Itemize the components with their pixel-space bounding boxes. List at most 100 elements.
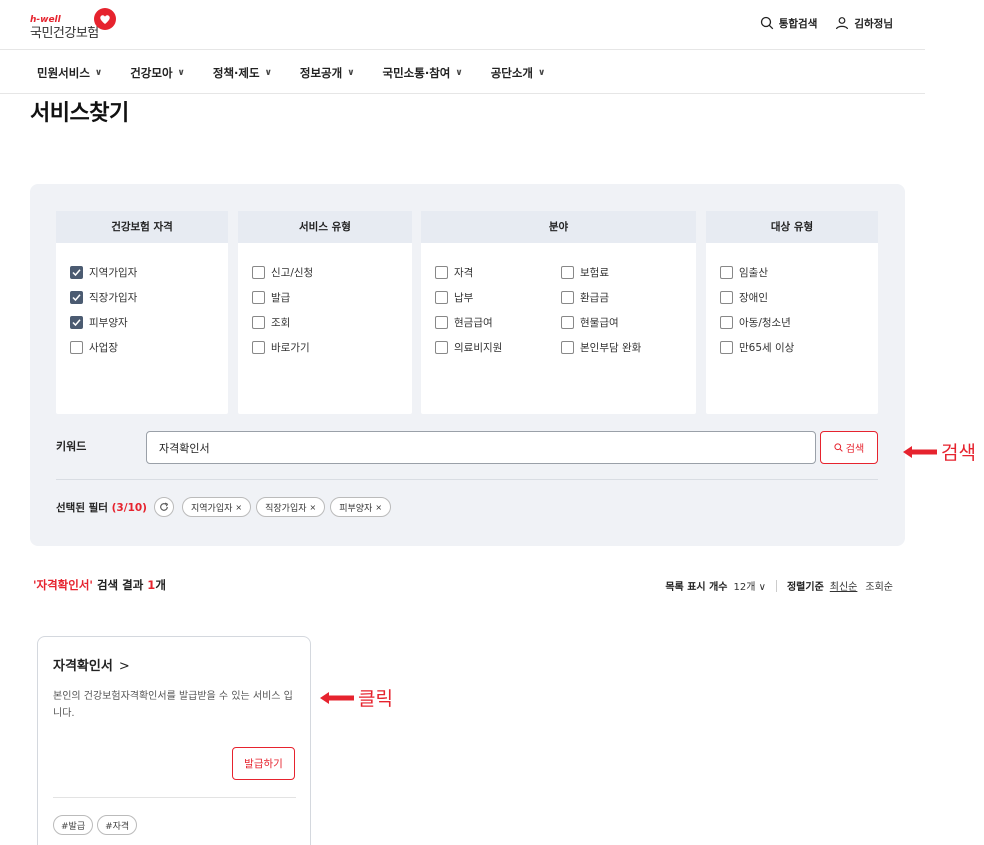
gnb-item-label: 국민소통·참여 [382, 66, 451, 80]
checkbox-pregnancy[interactable]: 임출산 [720, 260, 864, 285]
checkbox-label: 발급 [271, 292, 291, 304]
chip-label: 피부양자 [339, 503, 373, 514]
annotation-click-text: 클릭 [358, 688, 393, 710]
tag-qualification[interactable]: #자격 [97, 815, 138, 835]
chevron-down-icon: ∨ [455, 68, 463, 78]
checkbox-unchecked-icon [561, 341, 574, 354]
checkbox-premium[interactable]: 보험료 [561, 260, 687, 285]
chevron-down-icon: ∨ [538, 68, 546, 78]
checkbox-label: 아동/청소년 [739, 317, 791, 329]
filter-chip-workplace[interactable]: 직장가입자 × [256, 497, 326, 517]
gnb-item-civil-service[interactable]: 민원서비스 ∨ [37, 65, 102, 81]
keyword-label: 키워드 [56, 440, 87, 453]
chevron-down-icon: ∨ [94, 68, 103, 78]
keyword-input[interactable] [146, 431, 816, 464]
checkbox-checked-icon [70, 316, 83, 329]
checkbox-unchecked-icon [252, 341, 265, 354]
list-options: 목록 표시 개수 12개 ∨ 정렬기준 최신순 조회순 [665, 578, 893, 593]
close-icon: × [235, 502, 243, 512]
filter-chip-dependent[interactable]: 피부양자 × [330, 497, 392, 517]
close-icon: × [375, 502, 383, 512]
sort-latest[interactable]: 최신순 [830, 578, 858, 593]
site-logo[interactable]: h-well 국민건강보험 [30, 7, 140, 43]
user-menu-link[interactable]: 김하정님 [835, 16, 893, 31]
checkbox-dependent[interactable]: 피부양자 [70, 310, 214, 335]
checkbox-medical-support[interactable]: 의료비지원 [435, 335, 561, 360]
checkbox-label: 임출산 [739, 267, 768, 279]
checkbox-workplace-subscriber[interactable]: 직장가입자 [70, 285, 214, 310]
selected-filter-count: (3/10) [111, 502, 147, 514]
search-result-summary: '자격확인서' 검색 결과 1개 [33, 577, 166, 593]
user-icon [836, 17, 849, 30]
chevron-down-icon: ∨ [758, 582, 766, 593]
gnb-item-disclosure[interactable]: 정보공개 ∨ [300, 65, 355, 81]
result-middle-text: 검색 결과 [92, 578, 148, 592]
card-title-link[interactable]: 자격확인서 > [53, 655, 130, 674]
checkbox-label: 만65세 이상 [739, 342, 795, 354]
checkbox-checked-icon [70, 291, 83, 304]
heart-logo-icon [94, 8, 116, 30]
checkbox-label: 직장가입자 [89, 292, 138, 304]
checkbox-unchecked-icon [720, 341, 733, 354]
checkbox-label: 현물급여 [580, 317, 619, 329]
checkbox-label: 본인부담 완화 [580, 342, 642, 354]
filter-column-target: 대상 유형 임출산 장애인 아동/청소년 만65세 이상 [706, 211, 878, 414]
checkbox-unchecked-icon [435, 316, 448, 329]
checkbox-refund[interactable]: 환급금 [561, 285, 687, 310]
checkbox-child-youth[interactable]: 아동/청소년 [720, 310, 864, 335]
checkbox-unchecked-icon [561, 266, 574, 279]
checkbox-unchecked-icon [70, 341, 83, 354]
checkbox-regional-subscriber[interactable]: 지역가입자 [70, 260, 214, 285]
filter-panel: 건강보험 자격 지역가입자 직장가입자 피부양자 사업장 서비스 유형 신고/신… [30, 184, 905, 546]
tag-issue[interactable]: #발급 [53, 815, 94, 835]
checkbox-payment[interactable]: 납부 [435, 285, 561, 310]
checkbox-copay-relief[interactable]: 본인부담 완화 [561, 335, 687, 360]
gnb-item-label: 민원서비스 [37, 66, 90, 80]
checkbox-disabled[interactable]: 장애인 [720, 285, 864, 310]
checkbox-inquiry[interactable]: 조회 [252, 310, 398, 335]
list-count-select[interactable]: 12개 ∨ [734, 578, 766, 593]
filter-column-service-type: 서비스 유형 신고/신청 발급 조회 바로가기 [238, 211, 412, 414]
checkbox-workplace[interactable]: 사업장 [70, 335, 214, 360]
checkbox-report-apply[interactable]: 신고/신청 [252, 260, 398, 285]
filter-column-title: 건강보험 자격 [56, 211, 228, 243]
checkbox-cash-benefit[interactable]: 현금급여 [435, 310, 561, 335]
chevron-right-icon: > [118, 659, 130, 674]
gnb-item-label: 정책·제도 [212, 66, 260, 80]
issue-button[interactable]: 발급하기 [232, 747, 295, 780]
gnb-item-communication[interactable]: 국민소통·참여 ∨ [383, 65, 463, 81]
checkbox-unchecked-icon [561, 291, 574, 304]
chevron-down-icon: ∨ [177, 68, 185, 78]
filter-column-title: 분야 [421, 211, 696, 243]
gnb-item-about[interactable]: 공단소개 ∨ [491, 65, 546, 81]
integrated-search-link[interactable]: 통합검색 [760, 16, 818, 31]
checkbox-qualification[interactable]: 자격 [435, 260, 561, 285]
gnb-item-policy[interactable]: 정책·제도 ∨ [213, 65, 272, 81]
reset-filters-button[interactable] [154, 497, 174, 517]
filter-column-title: 서비스 유형 [238, 211, 412, 243]
selected-filter-label: 선택된 필터 (3/10) [56, 500, 147, 515]
checkbox-unchecked-icon [720, 316, 733, 329]
checkbox-unchecked-icon [720, 291, 733, 304]
checkbox-in-kind-benefit[interactable]: 현물급여 [561, 310, 687, 335]
checkbox-shortcut[interactable]: 바로가기 [252, 335, 398, 360]
chevron-down-icon: ∨ [264, 68, 272, 78]
service-card[interactable]: 자격확인서 > 본인의 건강보험자격확인서를 발급받을 수 있는 서비스 입니다.… [37, 636, 311, 845]
checkbox-label: 자격 [454, 267, 474, 279]
close-icon: × [309, 502, 317, 512]
sort-views[interactable]: 조회순 [865, 578, 893, 593]
checkbox-issue[interactable]: 발급 [252, 285, 398, 310]
checkbox-unchecked-icon [561, 316, 574, 329]
filter-column-title: 대상 유형 [706, 211, 878, 243]
keyword-search-button[interactable]: 검색 [820, 431, 878, 464]
checkbox-senior[interactable]: 만65세 이상 [720, 335, 864, 360]
gnb-item-health[interactable]: 건강모아 ∨ [130, 65, 185, 81]
integrated-search-label: 통합검색 [778, 17, 818, 30]
annotation-search-text: 검색 [941, 442, 976, 464]
filter-chip-regional[interactable]: 지역가입자 × [182, 497, 252, 517]
options-separator [775, 579, 777, 592]
sort-label: 정렬기준 [786, 582, 824, 593]
checkbox-unchecked-icon [252, 316, 265, 329]
search-icon [760, 16, 773, 30]
result-keyword: '자격확인서' [33, 578, 93, 592]
